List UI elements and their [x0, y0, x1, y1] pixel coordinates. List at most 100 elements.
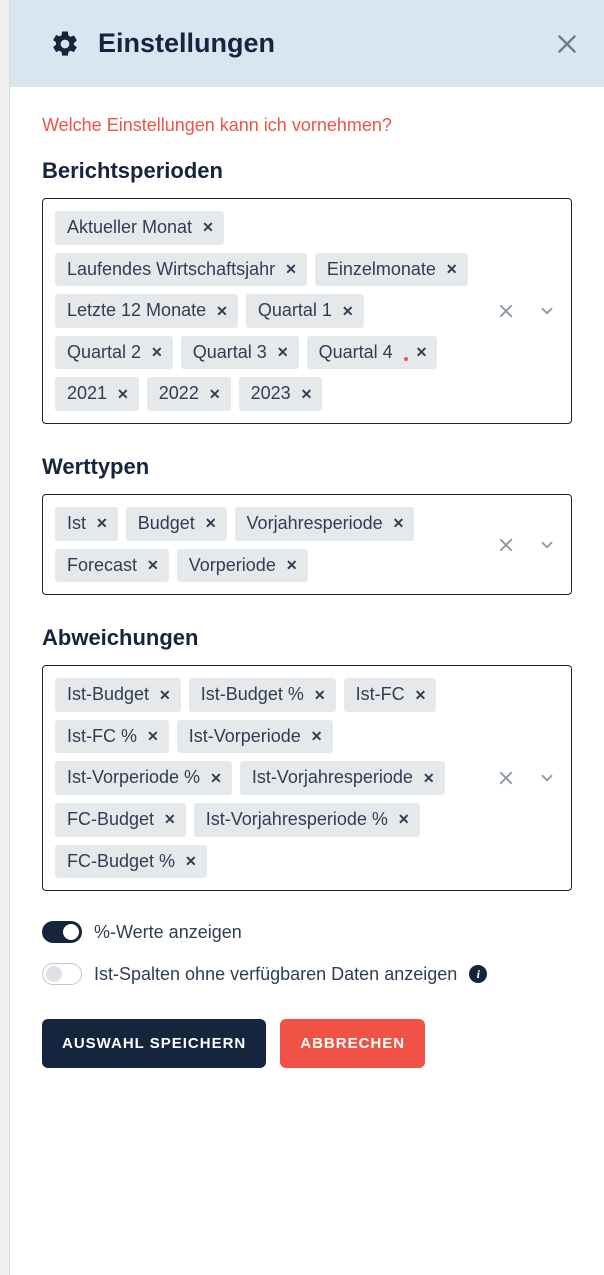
chip-label: Ist-Vorperiode % — [67, 767, 200, 789]
chevron-down-icon[interactable] — [529, 293, 565, 329]
chip: Quartal 3 ✕ — [181, 336, 299, 370]
panel-title: Einstellungen — [98, 28, 275, 59]
chip-remove-icon[interactable]: ✕ — [277, 344, 289, 361]
chevron-down-icon[interactable] — [529, 527, 565, 563]
chip-label: FC-Budget % — [67, 851, 175, 873]
chip-remove-icon[interactable]: ✕ — [314, 687, 326, 704]
chip-label: 2023 — [251, 383, 291, 405]
info-icon[interactable]: i — [469, 965, 487, 983]
chip-label: Vorjahresperiode — [247, 513, 383, 535]
chip: Ist ✕ — [55, 507, 118, 541]
chip: Ist-Budget % ✕ — [189, 678, 336, 712]
close-icon[interactable] — [554, 31, 580, 57]
chip-label: Ist — [67, 513, 86, 535]
chips-container: Aktueller Monat✕Laufendes Wirtschaftsjah… — [43, 199, 482, 423]
chip-label: Laufendes Wirtschaftsjahr — [67, 259, 275, 281]
chip-remove-icon[interactable]: ✕ — [147, 728, 159, 745]
multiselect-berichtsperioden[interactable]: Aktueller Monat✕Laufendes Wirtschaftsjah… — [42, 198, 572, 424]
chip-remove-icon[interactable]: ✕ — [209, 386, 221, 403]
save-button[interactable]: Auswahl speichern — [42, 1019, 266, 1068]
chip-label: Quartal 2 — [67, 342, 141, 364]
chip-label: Ist-Budget % — [201, 684, 304, 706]
clear-all-icon[interactable] — [488, 527, 524, 563]
section-berichtsperioden: Berichtsperioden Aktueller Monat✕Laufend… — [42, 158, 572, 424]
chip-label: Ist-FC — [356, 684, 405, 706]
toggle-percent-values: %-Werte anzeigen — [42, 921, 572, 943]
chip-label: Einzelmonate — [327, 259, 436, 281]
chips-container: Ist-Budget ✕ Ist-Budget % ✕ Ist-FC ✕ Ist-FC % ✕… — [43, 666, 482, 890]
chip-remove-icon[interactable]: ✕ — [202, 219, 214, 236]
chip-label: Ist-Vorjahresperiode — [252, 767, 413, 789]
chip: Ist-Budget ✕ — [55, 678, 181, 712]
multiselect-side — [482, 199, 571, 423]
chip: Ist-Vorperiode % ✕ — [55, 761, 232, 795]
chip-label: FC-Budget — [67, 809, 154, 831]
chip-remove-icon[interactable]: ✕ — [393, 515, 405, 532]
chip: Ist-Vorjahresperiode %✕ — [194, 803, 420, 837]
chip-remove-icon[interactable]: ✕ — [210, 770, 222, 787]
toggle-switch[interactable] — [42, 921, 82, 943]
chip-remove-icon[interactable]: ✕ — [446, 261, 458, 278]
section-title: Abweichungen — [42, 625, 572, 651]
chip-remove-icon[interactable]: ✕ — [216, 303, 228, 320]
chip-label: Letzte 12 Monate — [67, 300, 206, 322]
chip-remove-icon[interactable]: ✕ — [285, 261, 297, 278]
chip: Ist-Vorperiode✕ — [177, 720, 333, 754]
chip-label: Ist-FC % — [67, 726, 137, 748]
chip-remove-icon[interactable]: ✕ — [151, 344, 163, 361]
header-left: Einstellungen — [50, 28, 275, 59]
gear-icon — [50, 29, 80, 59]
section-title: Berichtsperioden — [42, 158, 572, 184]
chip-remove-icon[interactable]: ✕ — [205, 515, 217, 532]
chip-remove-icon[interactable]: ✕ — [342, 303, 354, 320]
multiselect-side — [482, 495, 571, 594]
chip-remove-icon[interactable]: ✕ — [416, 344, 428, 361]
chip-label: Quartal 3 — [193, 342, 267, 364]
multiselect-werttypen[interactable]: Ist✕Budget✕Vorjahresperiode✕Forecast✕Vor… — [42, 494, 572, 595]
section-werttypen: Werttypen Ist✕Budget✕Vorjahresperiode✕Fo… — [42, 454, 572, 595]
chip: FC-Budget ✕ — [55, 803, 186, 837]
section-title: Werttypen — [42, 454, 572, 480]
chip: FC-Budget % ✕ — [55, 845, 207, 879]
chip: Vorjahresperiode ✕ — [235, 507, 415, 541]
chip-remove-icon[interactable]: ✕ — [159, 687, 171, 704]
chip-label: Forecast — [67, 555, 137, 577]
toggle-switch[interactable] — [42, 963, 82, 985]
chip: 2021✕ — [55, 377, 139, 411]
chip-remove-icon[interactable]: ✕ — [423, 770, 435, 787]
chip: Quartal 2 ✕ — [55, 336, 173, 370]
chip-remove-icon[interactable]: ✕ — [164, 811, 176, 828]
chip-remove-icon[interactable]: ✕ — [311, 728, 323, 745]
chip-label: Ist-Budget — [67, 684, 149, 706]
multiselect-abweichungen[interactable]: Ist-Budget ✕ Ist-Budget % ✕ Ist-FC ✕ Ist-FC % ✕… — [42, 665, 572, 891]
chip-remove-icon[interactable]: ✕ — [415, 687, 427, 704]
chip: Laufendes Wirtschaftsjahr ✕ — [55, 253, 307, 287]
toggle-label: Ist-Spalten ohne verfügbaren Daten anzei… — [94, 964, 457, 985]
help-link[interactable]: Welche Einstellungen kann ich vornehmen? — [42, 115, 392, 136]
cancel-button[interactable]: Abbrechen — [280, 1019, 425, 1068]
chip: 2023 ✕ — [239, 377, 323, 411]
chip: Letzte 12 Monate ✕ — [55, 294, 238, 328]
clear-all-icon[interactable] — [488, 293, 524, 329]
chip-remove-icon[interactable]: ✕ — [185, 853, 197, 870]
chip: Forecast ✕ — [55, 549, 169, 583]
action-buttons: Auswahl speichern Abbrechen — [42, 1019, 572, 1068]
clear-all-icon[interactable] — [488, 760, 524, 796]
chip-remove-icon[interactable]: ✕ — [286, 557, 298, 574]
chip-remove-icon[interactable]: ✕ — [301, 386, 313, 403]
chip: Einzelmonate ✕ — [315, 253, 468, 287]
chip-remove-icon[interactable]: ✕ — [147, 557, 159, 574]
chip-label: Vorperiode — [189, 555, 276, 577]
chip-remove-icon[interactable]: ✕ — [96, 515, 108, 532]
chevron-down-icon[interactable] — [529, 760, 565, 796]
chip: Ist-Vorjahresperiode ✕ — [240, 761, 445, 795]
chip: Quartal 4 ✕ — [307, 336, 438, 370]
background-stub — [0, 0, 10, 1275]
chip: Ist-FC % ✕ — [55, 720, 169, 754]
chip-remove-icon[interactable]: ✕ — [398, 811, 410, 828]
toggle-ist-columns: Ist-Spalten ohne verfügbaren Daten anzei… — [42, 963, 572, 985]
chip-label: Quartal 4 — [319, 342, 393, 364]
toggle-label: %-Werte anzeigen — [94, 922, 242, 943]
chip-remove-icon[interactable]: ✕ — [117, 386, 129, 403]
chip-label: 2022 — [159, 383, 199, 405]
